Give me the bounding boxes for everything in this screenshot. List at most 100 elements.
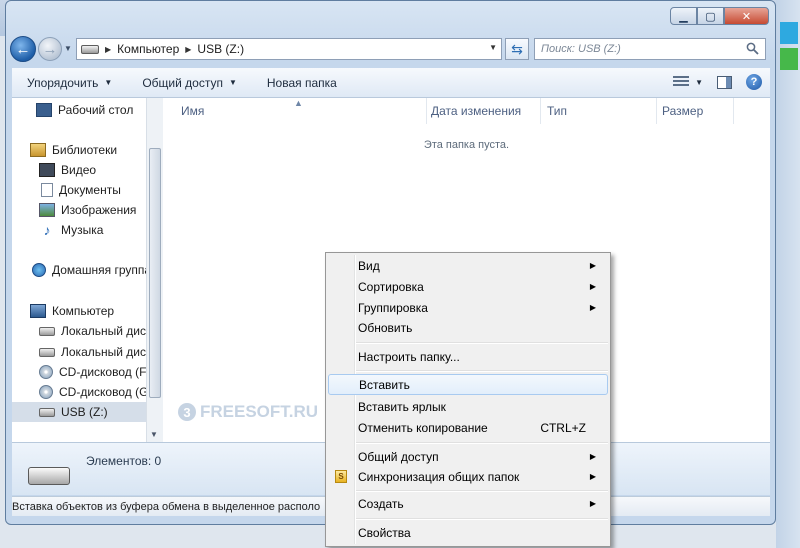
nav-item-label: USB (Z:) xyxy=(61,405,108,419)
nav-item-label: Музыка xyxy=(61,223,104,237)
scrollbar-thumb[interactable] xyxy=(149,148,161,398)
nav-item-homegroup[interactable]: Домашняя группа xyxy=(32,260,151,280)
watermark-logo: 3 FREESOFT.RU xyxy=(178,402,318,422)
column-type[interactable]: Тип xyxy=(541,98,657,124)
drive-icon xyxy=(81,44,99,54)
nav-item-music[interactable]: ♪ Музыка xyxy=(39,220,104,240)
sync-folders-icon: S xyxy=(335,470,347,483)
menu-item-paste[interactable]: Вставить xyxy=(328,374,608,395)
submenu-arrow-icon: ▶ xyxy=(589,472,596,481)
minimize-button[interactable]: ▁ xyxy=(670,7,697,25)
share-label: Общий доступ xyxy=(142,75,223,90)
menu-separator xyxy=(356,518,608,520)
address-bar[interactable]: ▶ Компьютер ▶ USB (Z:) ▼ xyxy=(76,38,502,60)
column-name-label: Имя xyxy=(181,104,205,118)
new-folder-button[interactable]: Новая папка xyxy=(252,76,352,90)
window-controls: ▁ ▢ ✕ xyxy=(670,7,769,25)
menu-separator xyxy=(356,490,608,492)
chevron-right-icon[interactable]: ▶ xyxy=(105,45,111,54)
menu-item-properties[interactable]: Свойства xyxy=(328,522,608,543)
computer-icon xyxy=(30,304,46,318)
menu-item-view[interactable]: Вид ▶ xyxy=(328,255,608,276)
menu-item-group[interactable]: Группировка ▶ xyxy=(328,297,608,318)
organize-button[interactable]: Упорядочить ▼ xyxy=(12,76,127,90)
nav-item-label: Видео xyxy=(61,163,97,177)
menu-item-label: Обновить xyxy=(358,320,413,335)
nav-item-desktop[interactable]: Рабочий стол xyxy=(36,100,133,120)
menu-item-undo-copy[interactable]: Отменить копирование CTRL+Z xyxy=(328,417,608,438)
close-button[interactable]: ✕ xyxy=(724,7,769,25)
desktop-item xyxy=(780,48,798,70)
usb-drive-icon xyxy=(39,407,55,417)
menu-item-label: Вставить ярлык xyxy=(358,399,446,414)
music-icon: ♪ xyxy=(43,222,51,238)
menu-item-paste-shortcut[interactable]: Вставить ярлык xyxy=(328,396,608,417)
nav-item-libraries[interactable]: Библиотеки xyxy=(30,140,117,160)
nav-item-computer[interactable]: Компьютер xyxy=(30,301,114,321)
search-input[interactable]: Поиск: USB (Z:) xyxy=(534,38,766,60)
chevron-right-icon[interactable]: ▶ xyxy=(185,45,191,54)
nav-pane-scrollbar[interactable]: ▼ xyxy=(146,98,163,442)
maximize-button[interactable]: ▢ xyxy=(697,7,724,25)
sort-ascending-icon: ▲ xyxy=(294,98,303,108)
preview-pane-icon[interactable] xyxy=(717,75,732,89)
watermark-text: FREESOFT.RU xyxy=(200,402,319,421)
nav-item-documents[interactable]: Документы xyxy=(41,180,121,200)
share-button[interactable]: Общий доступ ▼ xyxy=(127,76,252,90)
breadcrumb-computer[interactable]: Компьютер xyxy=(117,42,179,56)
submenu-arrow-icon: ▶ xyxy=(589,303,596,312)
submenu-arrow-icon: ▶ xyxy=(589,282,596,291)
menu-item-share[interactable]: Общий доступ ▶ xyxy=(328,446,608,467)
desktop-icon xyxy=(36,103,52,117)
nav-item-label: Библиотеки xyxy=(52,143,118,157)
menu-item-create[interactable]: Создать ▶ xyxy=(328,493,608,514)
nav-item-label: Домашняя группа xyxy=(52,263,152,277)
column-size-label: Размер xyxy=(662,104,704,118)
search-placeholder: Поиск: USB (Z:) xyxy=(541,43,621,55)
nav-item-local-disk[interactable]: Локальный диск xyxy=(39,342,151,362)
menu-item-customize-folder[interactable]: Настроить папку... xyxy=(328,346,608,367)
menu-separator xyxy=(356,442,608,444)
menu-item-label: Сортировка xyxy=(358,279,424,294)
nav-item-label: Локальный диск xyxy=(61,345,152,359)
view-icon xyxy=(673,76,690,88)
breadcrumb-usb[interactable]: USB (Z:) xyxy=(197,42,244,56)
nav-item-video[interactable]: Видео xyxy=(39,160,96,180)
scroll-down-arrow[interactable]: ▼ xyxy=(150,430,158,439)
nav-item-usb[interactable]: USB (Z:) xyxy=(12,402,146,422)
forward-button[interactable]: → xyxy=(38,37,62,61)
change-view-button[interactable]: ▼ xyxy=(673,76,703,88)
cd-drive-icon xyxy=(39,365,53,379)
chevron-down-icon[interactable]: ▼ xyxy=(489,43,497,52)
nav-item-cd-drive-f[interactable]: CD-дисковод (F: xyxy=(39,362,150,382)
menu-item-sort[interactable]: Сортировка ▶ xyxy=(328,276,608,297)
menu-item-sync[interactable]: S Синхронизация общих папок ▶ xyxy=(328,466,608,487)
local-disk-icon xyxy=(39,347,55,357)
help-icon[interactable]: ? xyxy=(746,74,762,90)
nav-item-cd-drive-g[interactable]: CD-дисковод (G: xyxy=(39,382,152,402)
item-count: Элементов: 0 xyxy=(86,454,162,468)
nav-item-pictures[interactable]: Изображения xyxy=(39,200,136,220)
chevron-down-icon: ▼ xyxy=(695,77,703,87)
column-date[interactable]: Дата изменения xyxy=(425,98,541,124)
video-icon xyxy=(39,163,55,177)
chevron-down-icon: ▼ xyxy=(104,78,113,87)
menu-item-label: Синхронизация общих папок xyxy=(358,469,520,484)
menu-item-refresh[interactable]: Обновить xyxy=(328,317,608,338)
nav-item-label: Изображения xyxy=(61,203,137,217)
navigation-pane: Рабочий стол Библиотеки Видео Документы … xyxy=(12,98,162,442)
menu-item-label: Группировка xyxy=(358,300,428,315)
recent-pages-dropdown[interactable]: ▼ xyxy=(64,44,72,53)
menu-item-label: Вид xyxy=(358,258,380,273)
menu-separator xyxy=(356,370,608,372)
back-button[interactable]: ← xyxy=(10,36,36,62)
submenu-arrow-icon: ▶ xyxy=(589,452,596,461)
column-type-label: Тип xyxy=(547,104,568,118)
libraries-icon xyxy=(30,143,46,157)
search-icon[interactable] xyxy=(746,42,759,55)
submenu-arrow-icon: ▶ xyxy=(589,261,596,270)
nav-item-label: Компьютер xyxy=(52,304,115,318)
refresh-button[interactable]: ⇆ xyxy=(505,38,529,60)
nav-item-local-disk[interactable]: Локальный диск xyxy=(39,321,151,341)
column-size[interactable]: Размер xyxy=(656,98,734,124)
